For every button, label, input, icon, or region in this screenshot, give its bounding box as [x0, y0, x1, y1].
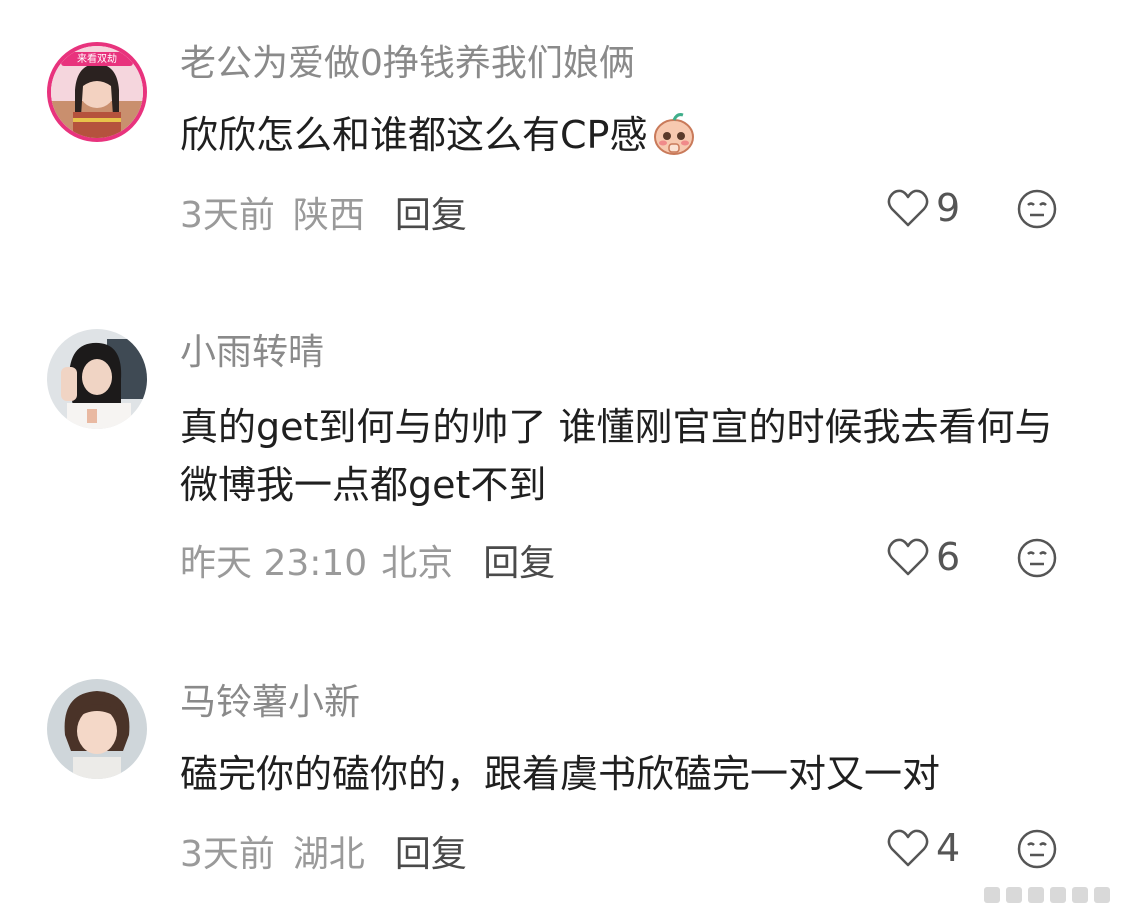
comment-username[interactable]: 老公为爱做0挣钱养我们娘俩: [180, 42, 635, 85]
like-button[interactable]: 6: [886, 535, 960, 579]
comment-meta: 3天前 陕西 回复: [180, 186, 467, 238]
comment-username[interactable]: 小雨转晴: [180, 331, 324, 374]
comment-time: 3天前: [180, 834, 275, 875]
heart-outline-icon: [887, 189, 929, 227]
avatar[interactable]: [47, 329, 147, 429]
like-count: 4: [936, 826, 961, 870]
comment-meta: 昨天 23:10 北京 回复: [180, 534, 555, 586]
comment-text: 欣欣怎么和谁都这么有CP感: [180, 106, 1060, 164]
neutral-face-icon[interactable]: [1016, 828, 1058, 870]
avatar-image: [47, 679, 147, 779]
comment-text: 磕完你的磕你的，跟着虞书欣磕完一对又一对: [180, 752, 941, 796]
comment-time: 昨天 23:10: [180, 543, 368, 584]
watermark-logo-icon: [984, 887, 1110, 903]
neutral-face-icon[interactable]: [1016, 188, 1058, 230]
avatar[interactable]: 来看双劫: [47, 42, 147, 142]
comment-text-content: 欣欣怎么和谁都这么有CP感: [180, 113, 648, 157]
avatar[interactable]: [47, 679, 147, 779]
like-count: 6: [936, 535, 961, 579]
heart-outline-icon: [887, 538, 929, 576]
like-button[interactable]: 4: [886, 826, 960, 870]
comment-text: 真的get到何与的帅了 谁懂刚官宣的时候我去看何与微博我一点都get不到: [180, 405, 1053, 507]
comment-username[interactable]: 马铃薯小新: [180, 681, 360, 724]
comment-meta: 3天前 湖北 回复: [180, 825, 467, 877]
like-count: 9: [936, 186, 961, 230]
comment-location: 北京: [381, 543, 454, 584]
comment-time: 3天前: [180, 195, 275, 236]
like-button[interactable]: 9: [886, 186, 960, 230]
reply-button[interactable]: 回复: [395, 186, 467, 238]
avatar-image: [47, 329, 147, 429]
reply-button[interactable]: 回复: [395, 825, 467, 877]
reply-button[interactable]: 回复: [483, 534, 555, 586]
neutral-face-icon[interactable]: [1016, 537, 1058, 579]
heart-outline-icon: [887, 829, 929, 867]
comment-location: 陕西: [292, 195, 365, 236]
avatar-badge: 来看双劫: [77, 54, 117, 65]
blushing-bean-emoji-icon: [651, 110, 697, 156]
comment-location: 湖北: [292, 834, 365, 875]
